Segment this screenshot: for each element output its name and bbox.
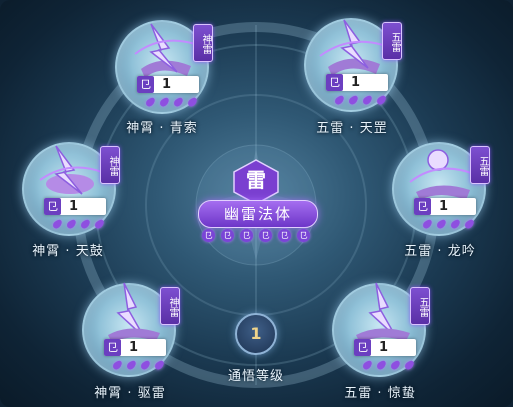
drop-icon <box>172 95 185 109</box>
skill-drops <box>51 217 112 231</box>
rune-icon: ⺋ <box>259 229 272 242</box>
skill-drops <box>111 358 172 372</box>
skill-name: 神霄 · 青索 <box>126 121 198 136</box>
drop-icon <box>463 217 476 231</box>
skill-level-bar: ⺋ 1 <box>104 339 166 356</box>
skill-level-bar: ⺋ 1 <box>354 339 416 356</box>
drop-icon <box>93 217 106 231</box>
skill-level-value: 1 <box>351 75 361 90</box>
drop-icon <box>125 358 138 372</box>
skill-node-tiangu[interactable]: 神雷 ⺋ 1 <box>22 142 120 236</box>
rune-icon: ⺋ <box>297 229 310 242</box>
skill-level-value: 1 <box>69 199 79 214</box>
skill-name: 神霄 · 驱雷 <box>94 386 166 401</box>
skill-drops <box>421 217 482 231</box>
skill-drops <box>361 358 422 372</box>
skill-level-bar: ⺋ 1 <box>414 198 476 215</box>
drop-icon <box>79 217 92 231</box>
drop-icon <box>153 358 166 372</box>
drop-icon <box>375 358 388 372</box>
center-element-char: 雷 <box>246 168 266 192</box>
drop-icon <box>375 93 388 107</box>
skill-type-badge: 神雷 <box>100 146 120 184</box>
skill-level-bar: ⺋ 1 <box>137 76 199 93</box>
drop-icon <box>449 217 462 231</box>
skill-node-qulei[interactable]: 神雷 ⺋ 1 <box>82 282 180 377</box>
skill-level-value: 1 <box>379 340 389 355</box>
comprehension-level-orb[interactable]: 1 <box>235 313 277 355</box>
drop-icon <box>158 95 171 109</box>
level-rune-icon: ⺋ <box>414 198 431 215</box>
drop-icon <box>65 217 78 231</box>
skill-type-badge: 五雷 <box>470 146 490 184</box>
skill-name: 神霄 · 天鼓 <box>32 244 104 259</box>
drop-icon <box>333 93 346 107</box>
skill-name: 五雷 · 龙吟 <box>404 244 476 259</box>
center-rune-row: ⺋ ⺋ ⺋ ⺋ ⺋ ⺋ <box>198 229 316 243</box>
skill-node-longyin[interactable]: 五雷 ⺋ 1 <box>392 142 490 236</box>
drop-icon <box>361 93 374 107</box>
skill-level-value: 1 <box>129 340 139 355</box>
level-rune-icon: ⺋ <box>326 74 343 91</box>
level-rune-icon: ⺋ <box>44 198 61 215</box>
skill-drops <box>144 95 205 109</box>
skill-node-tiangang[interactable]: 五雷 ⺋ 1 <box>304 18 402 112</box>
drop-icon <box>139 358 152 372</box>
skill-level-value: 1 <box>439 199 449 214</box>
skill-node-qingsuo[interactable]: 神雷 ⺋ 1 <box>115 20 213 114</box>
drop-icon <box>186 95 199 109</box>
skill-name: 五雷 · 惊蛰 <box>344 386 416 401</box>
rune-icon: ⺋ <box>221 229 234 242</box>
drop-icon <box>389 358 402 372</box>
skill-drops <box>333 93 394 107</box>
drop-icon <box>144 95 157 109</box>
skill-level-bar: ⺋ 1 <box>44 198 106 215</box>
skill-type-badge: 五雷 <box>410 287 430 325</box>
skill-name: 五雷 · 天罡 <box>316 121 388 136</box>
skill-tree-panel: 神雷 ⺋ 1 神霄 · 青索 五雷 ⺋ 1 五雷 · 天罡 神雷 ⺋ 1 神霄 … <box>0 0 513 407</box>
center-title-banner[interactable]: 幽雷法体 <box>198 200 318 228</box>
skill-type-badge: 神雷 <box>193 24 213 62</box>
drop-icon <box>403 358 416 372</box>
rune-icon: ⺋ <box>202 229 215 242</box>
rune-icon: ⺋ <box>240 229 253 242</box>
skill-type-badge: 神雷 <box>160 287 180 325</box>
drop-icon <box>51 217 64 231</box>
drop-icon <box>347 93 360 107</box>
rune-icon: ⺋ <box>278 229 291 242</box>
level-rune-icon: ⺋ <box>354 339 371 356</box>
drop-icon <box>421 217 434 231</box>
level-rune-icon: ⺋ <box>137 76 154 93</box>
skill-level-value: 1 <box>162 77 172 92</box>
skill-level-bar: ⺋ 1 <box>326 74 388 91</box>
level-rune-icon: ⺋ <box>104 339 121 356</box>
drop-icon <box>111 358 124 372</box>
skill-type-badge: 五雷 <box>382 22 402 60</box>
comprehension-level-label: 通悟等级 <box>227 369 284 384</box>
skill-node-jingzhe[interactable]: 五雷 ⺋ 1 <box>332 282 430 377</box>
drop-icon <box>435 217 448 231</box>
drop-icon <box>361 358 374 372</box>
